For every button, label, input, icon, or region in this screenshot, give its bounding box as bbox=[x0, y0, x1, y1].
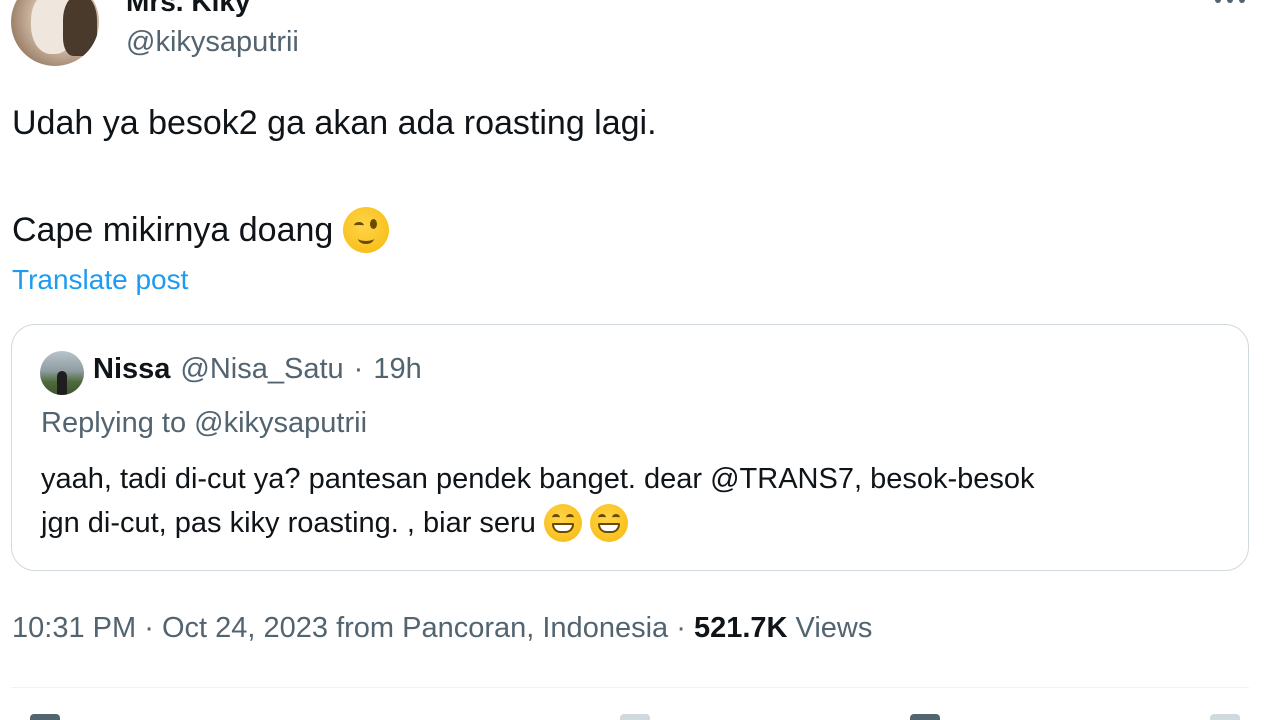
quoted-author-handle: @Nisa_Satu bbox=[180, 353, 344, 385]
tweet-text-line-2: Cape mikirnya doang bbox=[12, 207, 390, 253]
more-dot bbox=[1227, 0, 1233, 3]
winking-face-emoji-icon bbox=[343, 207, 390, 253]
grinning-face-emoji-icon bbox=[589, 504, 628, 542]
avatar-hair bbox=[63, 0, 97, 56]
quoted-author-avatar bbox=[40, 351, 84, 395]
avatar-person bbox=[57, 371, 67, 395]
meta-separator: · bbox=[144, 612, 154, 644]
quoted-replying-to: Replying to @kikysaputrii bbox=[41, 407, 368, 439]
tweet-time[interactable]: 10:31 PM bbox=[12, 612, 136, 644]
author-display-name[interactable]: Mrs. Kiky bbox=[126, 0, 251, 18]
views-count: 521.7K bbox=[693, 612, 788, 644]
quoted-time: 19h bbox=[373, 353, 422, 385]
tweet-detail: Mrs. Kiky @kikysaputrii Udah ya besok2 g… bbox=[0, 0, 1280, 720]
reply-icon[interactable] bbox=[30, 714, 60, 720]
more-horizontal-icon[interactable] bbox=[1208, 0, 1252, 10]
tweet-location: from Pancoran, Indonesia bbox=[336, 612, 669, 644]
more-dot bbox=[1215, 0, 1221, 3]
tweet-text-line-2-text: Cape mikirnya doang bbox=[12, 210, 334, 249]
quoted-author-name: Nissa bbox=[93, 353, 171, 385]
quoted-body-line-1: yaah, tadi di-cut ya? pantesan pendek ba… bbox=[41, 463, 1035, 495]
quoted-separator: · bbox=[353, 353, 364, 385]
grinning-face-emoji-icon bbox=[543, 504, 582, 542]
author-avatar[interactable] bbox=[11, 0, 99, 66]
share-icon[interactable] bbox=[1210, 714, 1240, 720]
tweet-date[interactable]: Oct 24, 2023 bbox=[162, 612, 328, 644]
quoted-body-line-2-text: jgn di-cut, pas kiky roasting. , biar se… bbox=[41, 507, 536, 539]
translate-post-link[interactable]: Translate post bbox=[12, 264, 188, 296]
bookmark-icon[interactable] bbox=[910, 714, 940, 720]
repost-icon[interactable] bbox=[620, 714, 650, 720]
author-handle[interactable]: @kikysaputrii bbox=[126, 26, 299, 59]
tweet-metadata: 10:31 PM · Oct 24, 2023 from Pancoran, I… bbox=[12, 612, 872, 645]
quoted-tweet-card[interactable]: Nissa @Nisa_Satu · 19h Replying to @kiky… bbox=[11, 324, 1249, 571]
quoted-body-line-2: jgn di-cut, pas kiky roasting. , biar se… bbox=[41, 501, 1221, 545]
views-label: Views bbox=[795, 612, 873, 644]
tweet-text-line-1: Udah ya besok2 ga akan ada roasting lagi… bbox=[12, 104, 657, 142]
meta-separator: · bbox=[676, 612, 686, 644]
quoted-tweet-header: Nissa @Nisa_Satu · 19h bbox=[93, 353, 422, 386]
divider bbox=[11, 687, 1249, 688]
more-dot bbox=[1239, 0, 1245, 3]
quoted-tweet-body: yaah, tadi di-cut ya? pantesan pendek ba… bbox=[41, 457, 1221, 545]
